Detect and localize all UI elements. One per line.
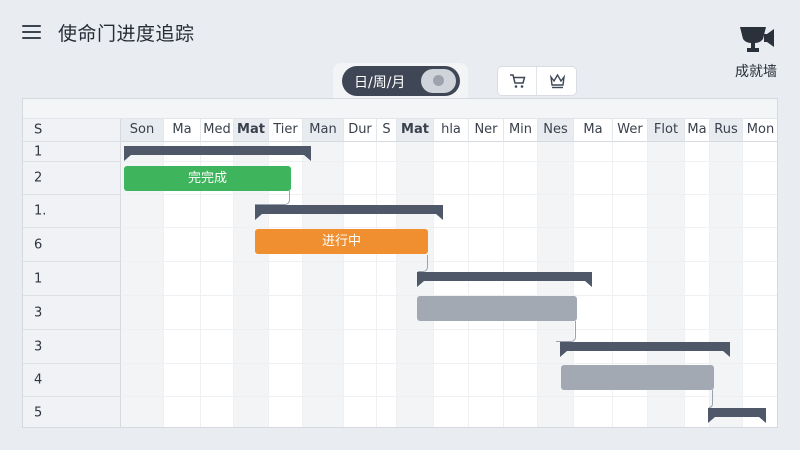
day-column-18 [743, 142, 777, 427]
day-header-0: Son [121, 119, 164, 142]
cart-button[interactable] [498, 67, 537, 95]
day-header-14: Wer [613, 119, 648, 142]
day-header-8: Mat [397, 119, 434, 142]
board-strip [23, 99, 777, 119]
page-title: 使命门进度追踪 [58, 23, 195, 45]
row-divider [121, 396, 777, 397]
row-divider [121, 261, 777, 262]
row-label: 4 [23, 364, 121, 397]
dependency-connector [255, 191, 290, 205]
lightbulb-icon [433, 75, 444, 86]
day-header-10: Ner [469, 119, 504, 142]
row-label: 2 [23, 162, 121, 195]
day-column-11 [504, 142, 538, 427]
summary-bar[interactable] [708, 408, 766, 423]
day-header-15: Flot [648, 119, 685, 142]
view-toggle[interactable]: 日/周/月 [342, 66, 460, 96]
crown-icon [549, 73, 566, 89]
day-header-16: Ma [685, 119, 710, 142]
row-label: 1 [23, 262, 121, 296]
summary-bar[interactable] [255, 205, 443, 220]
dependency-connector [709, 390, 713, 408]
day-header-9: hla [434, 119, 469, 142]
day-header-5: Man [303, 119, 344, 142]
task-bar-doing[interactable]: 进行中 [255, 229, 428, 254]
summary-bar[interactable] [560, 342, 730, 357]
cart-icon [510, 74, 526, 88]
summary-bar[interactable] [124, 146, 311, 161]
day-column-5 [303, 142, 344, 427]
row-label: 1. [23, 195, 121, 228]
row-divider [121, 227, 777, 228]
dependency-connector [556, 321, 576, 342]
day-column-8 [397, 142, 434, 427]
task-bar-todo[interactable] [561, 365, 714, 390]
row-divider [121, 329, 777, 330]
day-column-10 [469, 142, 504, 427]
day-header-18: Mon [743, 119, 777, 142]
day-header-4: Tier [269, 119, 303, 142]
row-label: 3 [23, 296, 121, 330]
row-label: 6 [23, 228, 121, 262]
day-column-17 [710, 142, 743, 427]
day-column-9 [434, 142, 469, 427]
day-header-1: Ma [164, 119, 201, 142]
day-header-3: Mat [234, 119, 269, 142]
row-label: 1 [23, 142, 121, 162]
day-header-12: Nes [538, 119, 574, 142]
day-column-6 [344, 142, 377, 427]
day-header-13: Ma [574, 119, 613, 142]
day-header-11: Min [504, 119, 538, 142]
day-header-6: Dur [344, 119, 377, 142]
toolbar-icon-group [497, 66, 577, 96]
day-column-7 [377, 142, 397, 427]
toggle-knob[interactable] [421, 69, 456, 93]
dependency-connector [418, 255, 428, 272]
row-divider [121, 194, 777, 195]
task-bar-done[interactable]: 完完成 [124, 166, 291, 191]
achievement-wall-button[interactable]: 成就墙 [728, 24, 784, 84]
view-toggle-label: 日/周/月 [354, 75, 406, 91]
row-divider [121, 161, 777, 162]
day-header-17: Rus [710, 119, 743, 142]
row-label: 3 [23, 330, 121, 364]
gantt-board: S 1 2 1. 6 1 3 3 4 5 Son Ma Med Mat Tier Man Dur S Mat hl… [22, 98, 778, 428]
task-bar-todo[interactable] [417, 296, 577, 321]
summary-bar[interactable] [417, 272, 592, 287]
day-header-2: Med [201, 119, 234, 142]
row-label: 5 [23, 397, 121, 427]
row-label-column: S 1 2 1. 6 1 3 3 4 5 [23, 119, 121, 427]
row-divider [121, 363, 777, 364]
day-header-7: S [377, 119, 397, 142]
trophy-megaphone-icon [740, 27, 774, 52]
crown-button[interactable] [538, 67, 577, 95]
achievement-wall-label: 成就墙 [735, 64, 777, 80]
hamburger-menu-icon[interactable] [22, 24, 41, 40]
row-label-header: S [23, 119, 121, 142]
